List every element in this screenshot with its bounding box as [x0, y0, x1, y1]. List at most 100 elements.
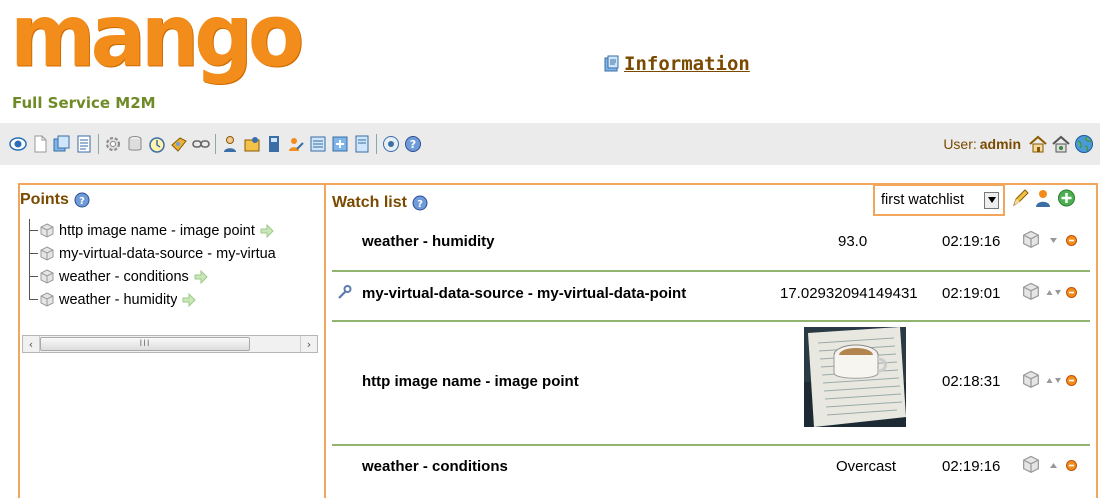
move-up-down-icon[interactable] — [1046, 375, 1062, 385]
scheduled-events-icon[interactable] — [147, 134, 167, 154]
database-icon[interactable] — [125, 134, 145, 154]
watchlist-panel-header: Watch list ? — [332, 194, 428, 212]
point-links-icon[interactable] — [191, 134, 211, 154]
row-actions — [1020, 369, 1077, 391]
add-watchlist-icon[interactable] — [1057, 188, 1076, 208]
cubes-icon — [40, 291, 54, 307]
main-toolbar: ? User: admin — [0, 123, 1100, 165]
information-link[interactable]: Information — [604, 53, 750, 75]
users-icon[interactable] — [220, 134, 240, 154]
watchlist-row: weather - humidity 93.0 02:19:16 — [330, 230, 1090, 255]
data-sources-icon[interactable] — [103, 134, 123, 154]
tree-branch — [22, 288, 38, 311]
move-down-icon[interactable] — [1046, 235, 1062, 245]
move-up-down-icon[interactable] — [1046, 287, 1062, 297]
watch-point-value: Overcast — [836, 458, 897, 475]
watch-point-name: weather - conditions — [362, 458, 508, 475]
publishers-icon[interactable] — [308, 134, 328, 154]
event-handlers-icon[interactable] — [169, 134, 189, 154]
information-link-label: Information — [624, 53, 750, 75]
scrollbar-grip: III — [139, 339, 151, 349]
row-actions — [1020, 229, 1077, 251]
remove-icon[interactable] — [1066, 286, 1077, 298]
user-label: User: — [943, 136, 977, 152]
mailing-lists-icon[interactable] — [286, 134, 306, 154]
help-icon[interactable]: ? — [403, 134, 423, 154]
watch-point-name: weather - humidity — [362, 233, 495, 250]
remove-icon[interactable] — [1066, 374, 1077, 386]
tree-branch — [22, 242, 38, 265]
share-watchlist-user-icon[interactable] — [1034, 188, 1053, 208]
scrollbar-thumb[interactable]: III — [40, 337, 250, 351]
watchlist-select[interactable]: first watchlist — [873, 184, 1005, 216]
remove-icon[interactable] — [1066, 234, 1077, 246]
toolbar-separator — [98, 134, 99, 154]
points-panel-header: Points ? — [20, 191, 90, 209]
watchlist-select-value: first watchlist — [881, 192, 964, 208]
watch-point-time: 02:19:01 — [942, 285, 1001, 302]
point-hierarchy-icon[interactable] — [264, 134, 284, 154]
watchlist-row: my-virtual-data-source - my-virtual-data… — [330, 282, 1090, 307]
tree-item-label: weather - conditions — [59, 268, 189, 285]
emport-icon[interactable] — [381, 134, 401, 154]
watch-list-icon[interactable] — [8, 134, 28, 154]
watchlist-row: weather - conditions Overcast 02:19:16 — [330, 455, 1090, 480]
watchlist-tools — [1011, 188, 1076, 208]
graphic-views-icon[interactable] — [30, 134, 50, 154]
remove-icon[interactable] — [1066, 459, 1077, 471]
logout-icon[interactable] — [1051, 134, 1071, 154]
reports-icon[interactable] — [74, 134, 94, 154]
edit-watchlist-pencil-icon[interactable] — [1011, 188, 1030, 208]
home-icon[interactable] — [1028, 134, 1048, 154]
user-area: User: admin — [943, 123, 1094, 165]
tree-branch — [22, 265, 38, 288]
tree-item[interactable]: my-virtual-data-source - my-virtua — [22, 242, 322, 265]
system-settings-icon[interactable] — [330, 134, 350, 154]
row-divider — [332, 270, 1090, 272]
svg-text:?: ? — [417, 199, 423, 210]
move-up-icon[interactable] — [1046, 460, 1062, 470]
scroll-left-icon[interactable]: ‹ — [23, 336, 40, 352]
watch-point-time: 02:18:31 — [942, 373, 1001, 390]
watchlist-help-icon[interactable]: ? — [412, 195, 428, 211]
cubes-icon[interactable] — [1020, 281, 1042, 303]
cubes-icon[interactable] — [1020, 229, 1042, 251]
row-actions — [1020, 281, 1077, 303]
chevron-down-icon[interactable] — [984, 191, 999, 209]
watch-point-time: 02:19:16 — [942, 458, 1001, 475]
add-to-watchlist-arrow-icon[interactable] — [182, 292, 197, 307]
toolbar-separator — [215, 134, 216, 154]
points-title: Points — [20, 191, 69, 208]
user-name: admin — [979, 136, 1021, 152]
points-help-icon[interactable]: ? — [74, 192, 90, 208]
svg-text:?: ? — [410, 138, 416, 151]
watch-point-time: 02:19:16 — [942, 233, 1001, 250]
mango-logo: mango Full Service M2M — [8, 0, 304, 116]
scroll-right-icon[interactable]: › — [300, 336, 317, 352]
tree-item[interactable]: weather - conditions — [22, 265, 322, 288]
globe-icon[interactable] — [1074, 134, 1094, 154]
information-icon — [604, 55, 619, 72]
tree-item[interactable]: http image name - image point — [22, 219, 322, 242]
tree-item[interactable]: weather - humidity — [22, 288, 322, 311]
points-tree: http image name - image point my-virtual… — [22, 218, 322, 311]
tree-item-label: my-virtual-data-source - my-virtua — [59, 245, 276, 262]
watchlist-panel — [324, 183, 1098, 498]
watch-point-value: 17.02932094149431 — [780, 285, 918, 302]
user-profiles-icon[interactable] — [242, 134, 262, 154]
set-point-wrench-icon[interactable] — [336, 284, 352, 300]
events-icon[interactable] — [52, 134, 72, 154]
cubes-icon[interactable] — [1020, 369, 1042, 391]
row-actions — [1020, 454, 1077, 476]
points-horizontal-scrollbar[interactable]: ‹ III › — [22, 335, 318, 353]
toolbar-separator — [376, 134, 377, 154]
row-divider — [332, 320, 1090, 322]
sql-icon[interactable] — [352, 134, 372, 154]
row-divider — [332, 444, 1090, 446]
add-to-watchlist-arrow-icon[interactable] — [194, 269, 208, 284]
logo-word: mango — [10, 0, 304, 87]
add-to-watchlist-arrow-icon[interactable] — [260, 223, 274, 238]
watchlist-row: http image name - image point 02:18:31 — [330, 370, 1090, 395]
cubes-icon[interactable] — [1020, 454, 1042, 476]
watch-point-value: 93.0 — [838, 233, 868, 250]
